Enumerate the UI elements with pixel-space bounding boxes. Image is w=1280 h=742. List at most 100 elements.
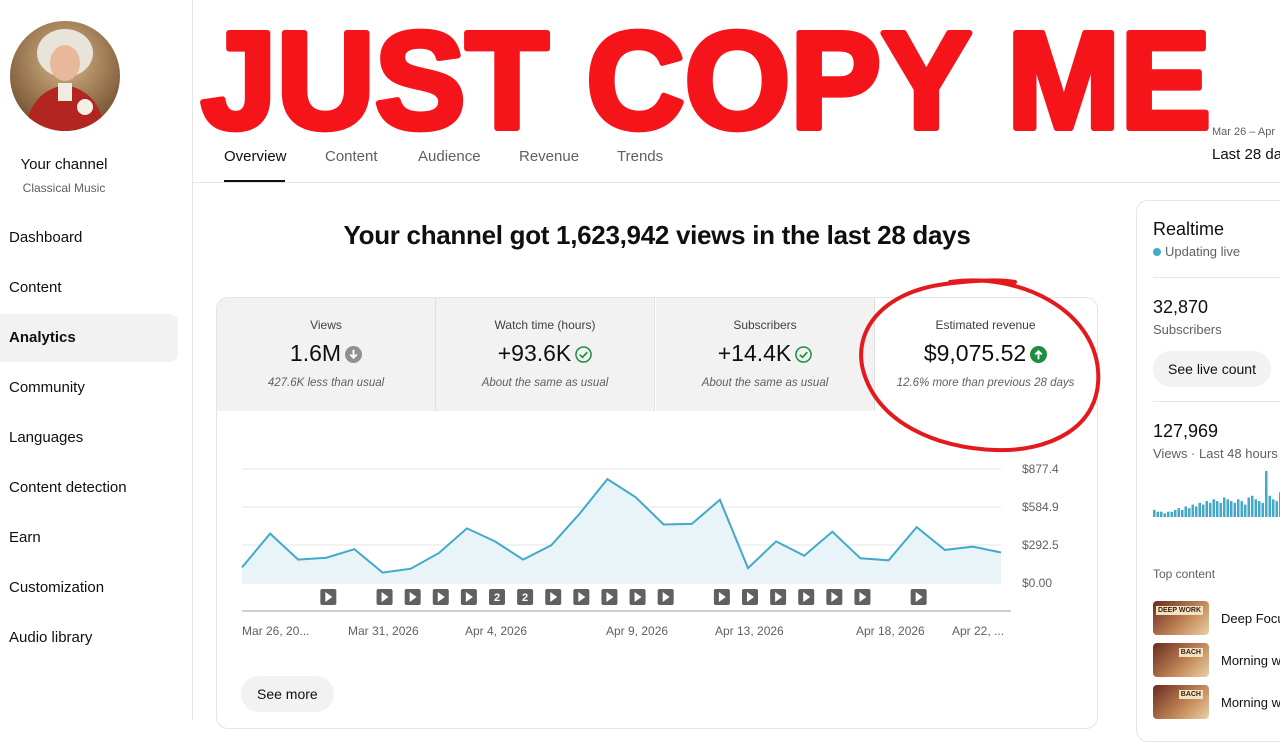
video-title: Morning w xyxy=(1221,695,1280,710)
nav-languages[interactable]: Languages xyxy=(0,414,178,462)
tab-trends[interactable]: Trends xyxy=(617,148,663,165)
top-content-item[interactable]: BACH Morning w xyxy=(1153,685,1280,721)
realtime-bar xyxy=(1223,497,1226,517)
realtime-bar xyxy=(1195,506,1198,517)
realtime-bar xyxy=(1163,513,1166,517)
check-circle-icon xyxy=(795,346,813,363)
realtime-bar xyxy=(1174,509,1177,517)
realtime-bar xyxy=(1254,499,1257,517)
realtime-bar xyxy=(1265,471,1268,517)
live-label: Updating live xyxy=(1165,244,1241,259)
metric-value-text: +14.4K xyxy=(717,340,792,366)
realtime-bar xyxy=(1230,501,1233,517)
date-range-selector[interactable]: Last 28 da xyxy=(1212,146,1280,163)
x-tick-label: Apr 9, 2026 xyxy=(606,624,668,638)
realtime-bar xyxy=(1167,511,1170,517)
see-more-button[interactable]: See more xyxy=(241,676,334,712)
metric-value-text: 1.6M xyxy=(289,340,342,366)
realtime-bar xyxy=(1188,508,1191,517)
metric-label: Subscribers xyxy=(733,318,797,332)
realtime-bar xyxy=(1272,499,1275,517)
metric-label: Watch time (hours) xyxy=(494,318,596,332)
x-tick-label: Mar 26, 20... xyxy=(242,624,309,638)
video-thumbnail: DEEP WORK xyxy=(1153,601,1209,635)
video-thumbnail: BACH xyxy=(1153,643,1209,677)
video-title: Deep Focu xyxy=(1221,611,1280,626)
metric-watch-time[interactable]: Watch time (hours) +93.6K About the same… xyxy=(436,298,655,411)
y-tick-label: $292.5 xyxy=(1022,538,1059,552)
realtime-bar xyxy=(1209,502,1212,517)
realtime-live-indicator: Updating live xyxy=(1153,244,1240,259)
see-live-count-button[interactable]: See live count xyxy=(1153,351,1271,387)
realtime-bar xyxy=(1275,501,1278,517)
realtime-views-value: 127,969 xyxy=(1153,421,1219,441)
nav-content-detection[interactable]: Content detection xyxy=(0,464,178,512)
metric-subscribers[interactable]: Subscribers +14.4K About the same as usu… xyxy=(656,298,875,411)
divider xyxy=(1153,401,1280,402)
top-content-item[interactable]: BACH Morning w xyxy=(1153,643,1280,679)
realtime-bar xyxy=(1181,509,1184,517)
channel-avatar[interactable] xyxy=(10,21,120,131)
realtime-bar xyxy=(1198,502,1201,517)
top-content-item[interactable]: DEEP WORK Deep Focu xyxy=(1153,601,1280,637)
metric-value: +14.4K xyxy=(656,340,874,367)
tab-audience[interactable]: Audience xyxy=(418,148,481,165)
chart-area xyxy=(242,479,1001,583)
realtime-bar xyxy=(1160,511,1163,517)
metric-note: 427.6K less than usual xyxy=(267,377,385,389)
highlight-circle xyxy=(859,278,1101,453)
tab-overview[interactable]: Overview xyxy=(224,148,287,165)
realtime-bar xyxy=(1247,497,1250,517)
realtime-bar xyxy=(1205,501,1208,517)
realtime-bar xyxy=(1258,501,1261,517)
check-circle-icon xyxy=(575,346,593,363)
metric-note: About the same as usual xyxy=(701,377,829,389)
realtime-bar xyxy=(1237,499,1240,517)
realtime-bar xyxy=(1212,499,1215,517)
realtime-panel: Realtime Updating live 32,870 Subscriber… xyxy=(1136,200,1280,742)
realtime-bar xyxy=(1153,509,1156,517)
realtime-bar xyxy=(1251,495,1254,517)
divider xyxy=(1153,277,1280,278)
date-range-text[interactable]: Mar 26 – Apr xyxy=(1212,126,1275,138)
realtime-bar xyxy=(1216,501,1219,517)
realtime-subscribers-label: Subscribers xyxy=(1153,322,1222,337)
y-tick-label: $0.00 xyxy=(1022,576,1052,590)
tab-content[interactable]: Content xyxy=(325,148,378,165)
metric-label: Views xyxy=(310,318,342,332)
nav-analytics[interactable]: Analytics xyxy=(0,314,178,362)
realtime-title: Realtime xyxy=(1153,219,1225,239)
live-dot-icon xyxy=(1153,248,1161,256)
thumbnail-text: DEEP WORK xyxy=(1155,606,1203,615)
realtime-bar xyxy=(1233,502,1236,517)
thumbnail-text: BACH xyxy=(1178,648,1203,657)
x-tick-label: Mar 31, 2026 xyxy=(348,624,419,638)
tab-revenue[interactable]: Revenue xyxy=(519,148,579,165)
nav-customization[interactable]: Customization xyxy=(0,564,178,612)
y-tick-label: $877.4 xyxy=(1022,462,1059,476)
nav-earn[interactable]: Earn xyxy=(0,514,178,562)
nav-community[interactable]: Community xyxy=(0,364,178,412)
chart-x-axis: Mar 26, 20... Mar 31, 2026 Apr 4, 2026 Apr … xyxy=(242,624,1004,638)
tabs-divider xyxy=(193,182,1280,183)
realtime-bar xyxy=(1156,511,1159,517)
headline-overlay: JUST COPY ME xyxy=(198,10,1214,140)
metric-views[interactable]: Views 1.6M 427.6K less than usual xyxy=(217,298,436,411)
realtime-bar xyxy=(1219,502,1222,517)
nav-content[interactable]: Content xyxy=(0,264,178,312)
channel-category: Classical Music xyxy=(22,181,106,195)
metric-value: +93.6K xyxy=(436,340,654,367)
metric-value-text: +93.6K xyxy=(497,340,572,366)
thumbnail-text: BACH xyxy=(1178,690,1203,699)
y-tick-label: $584.9 xyxy=(1022,500,1059,514)
realtime-bar xyxy=(1191,504,1194,517)
realtime-views-label: Views · Last 48 hours xyxy=(1153,446,1278,461)
realtime-bar xyxy=(1261,502,1264,517)
metric-note: About the same as usual xyxy=(481,377,609,389)
video-marker-count: 2 xyxy=(522,592,528,604)
sidebar: Your channel Classical Music Dashboard C… xyxy=(0,0,193,720)
nav-dashboard[interactable]: Dashboard xyxy=(0,214,178,262)
video-title: Morning w xyxy=(1221,653,1280,668)
realtime-bar xyxy=(1268,495,1271,517)
nav-audio-library[interactable]: Audio library xyxy=(0,614,178,662)
